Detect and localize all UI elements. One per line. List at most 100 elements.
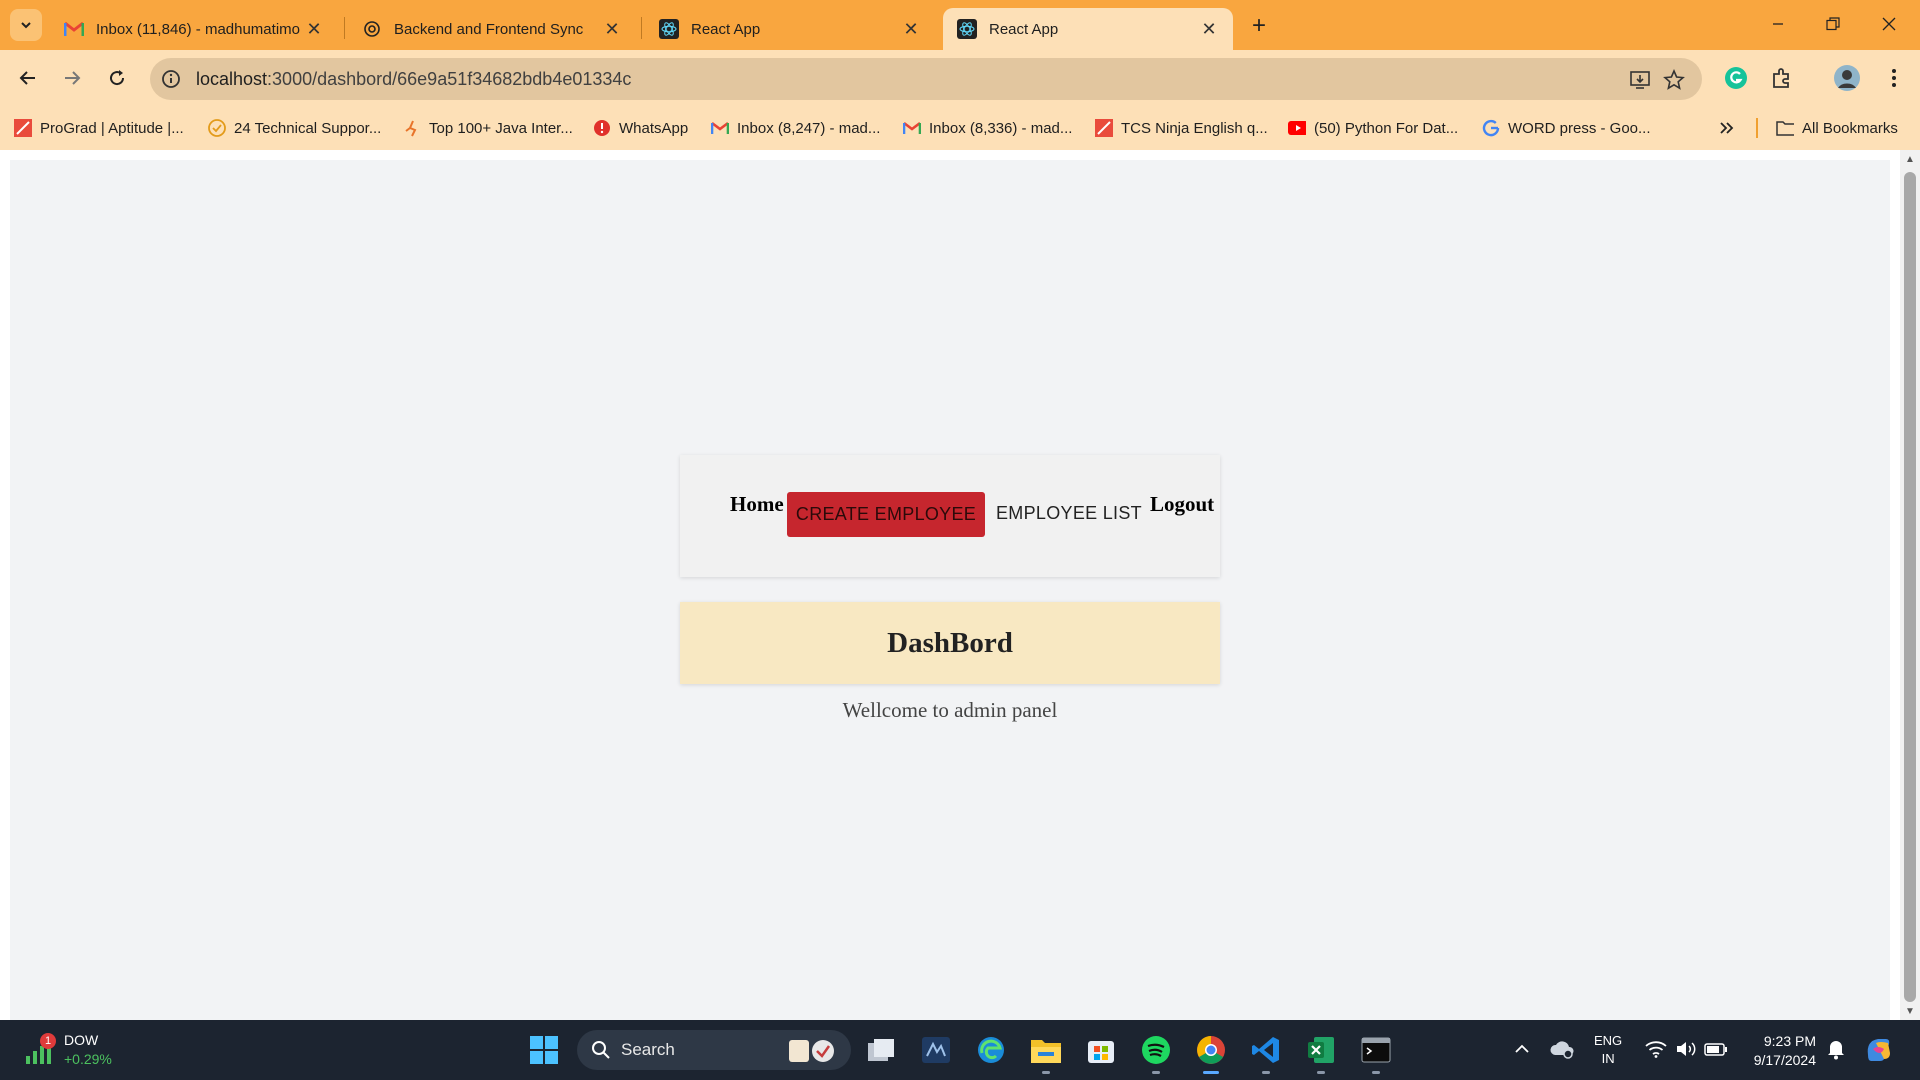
new-tab-button[interactable]: + [1245,12,1273,40]
install-app-icon[interactable] [1628,68,1652,92]
bookmark-label: 24 Technical Suppor... [234,119,382,137]
url-path: :3000/dashbord/66e9a51f34682bdb4e01334c [267,69,632,89]
bookmark-inbox-8247[interactable]: Inbox (8,247) - mad... [711,116,880,140]
runner-icon [403,119,421,137]
onedrive-sync-icon[interactable] [1548,1034,1576,1064]
nav-home-link[interactable]: Home [730,492,784,517]
bookmark-whatsapp[interactable]: WhatsApp [593,116,688,140]
chevron-double-right-icon [1718,119,1736,137]
start-button[interactable] [524,1030,564,1070]
taskbar-app-file-explorer[interactable] [1026,1030,1066,1074]
kebab-menu-icon[interactable] [1880,64,1908,92]
tab-separator [641,17,642,39]
site-info-icon[interactable] [160,68,182,90]
vertical-scrollbar[interactable]: ▲ ▼ [1900,150,1920,1020]
scroll-up-icon[interactable]: ▲ [1905,154,1915,165]
taskbar-app-spotify[interactable] [1136,1030,1176,1074]
show-hidden-icons-button[interactable] [1508,1034,1536,1064]
reload-button[interactable] [99,60,135,96]
bookmark-python-youtube[interactable]: (50) Python For Dat... [1288,116,1458,140]
search-placeholder: Search [621,1040,675,1059]
windows-logo-icon [530,1036,558,1064]
tab-title: Inbox (11,846) - madhumatimo [96,20,300,38]
logout-link[interactable]: Logout [1150,492,1214,517]
chrome-icon [1197,1036,1225,1064]
tab-title: React App [691,20,761,38]
bookmark-java-interview[interactable]: Top 100+ Java Inter... [403,116,573,140]
tab-backend-frontend-sync[interactable]: Backend and Frontend Sync ✕ [348,8,636,50]
close-icon[interactable]: ✕ [602,19,622,39]
react-icon [957,19,977,39]
minimize-button[interactable] [1755,8,1801,40]
taskbar-app-edge[interactable] [971,1030,1011,1070]
prograd-icon [14,119,32,137]
wifi-icon[interactable] [1642,1034,1670,1064]
employee-list-link[interactable]: EMPLOYEE LIST [996,503,1142,524]
chevron-up-icon [1515,1044,1529,1053]
back-button[interactable] [10,60,46,96]
terminal-icon [1361,1037,1391,1063]
bookmark-star-icon[interactable] [1662,68,1686,92]
profile-avatar[interactable] [1833,64,1861,92]
system-clock[interactable]: 9:23 PM 9/17/2024 [1742,1032,1816,1070]
taskbar-app-terminal-dark[interactable] [916,1030,956,1070]
bookmark-tcs-ninja[interactable]: TCS Ninja English q... [1095,116,1268,140]
minimize-icon [1773,23,1783,25]
bookmark-label: (50) Python For Dat... [1314,119,1459,137]
stock-name: DOW [64,1032,99,1048]
stock-widget[interactable]: 1 DOW +0.29% [22,1028,142,1072]
url-text[interactable]: localhost:3000/dashbord/66e9a51f34682bdb… [196,69,631,90]
bookmark-label: WORD press - Goo... [1508,119,1651,137]
close-icon [1882,17,1896,31]
app-navbar: Home CREATE EMPLOYEE EMPLOYEE LIST Logou… [680,455,1220,577]
bookmark-prograd[interactable]: ProGrad | Aptitude |... [14,116,184,140]
all-bookmarks-button[interactable]: All Bookmarks [1776,116,1898,140]
create-employee-button[interactable]: CREATE EMPLOYEE [787,492,985,537]
close-icon[interactable]: ✕ [1199,19,1219,39]
taskbar-search[interactable]: Search [577,1030,851,1070]
reload-icon [110,70,125,86]
check-badge-icon [208,119,226,137]
bookmark-inbox-8336[interactable]: Inbox (8,336) - mad... [903,116,1072,140]
forward-button[interactable] [54,60,90,96]
taskbar-app-vscode[interactable] [1246,1030,1286,1074]
taskbar-app-terminal[interactable] [1356,1030,1396,1074]
grammarly-extension-icon[interactable] [1722,64,1750,92]
close-icon[interactable]: ✕ [901,19,921,39]
restore-button[interactable] [1810,8,1856,40]
clock-date: 9/17/2024 [1753,1052,1816,1068]
url-host: localhost [196,69,268,89]
vscode-icon [1252,1037,1279,1063]
arrow-right-icon [65,71,81,85]
notifications-bell-icon[interactable] [1822,1034,1850,1064]
tab-react-app[interactable]: React App ✕ [645,8,935,50]
copilot-icon[interactable] [1864,1034,1892,1064]
language-code: ENG [1594,1033,1623,1048]
battery-icon[interactable] [1702,1034,1730,1064]
tab-title: React App [989,20,1059,38]
scroll-down-icon[interactable]: ▼ [1905,1006,1915,1017]
bookmarks-overflow-button[interactable] [1718,116,1744,140]
volume-icon[interactable] [1672,1034,1700,1064]
close-icon[interactable]: ✕ [304,19,324,39]
welcome-message: Wellcome to admin panel [842,698,1058,722]
page-title: DashBord [887,626,1013,659]
bookmark-wordpress-google[interactable]: WORD press - Goo... [1482,116,1651,140]
task-view-icon [868,1039,894,1061]
taskbar-app-excel[interactable] [1301,1030,1341,1074]
scrollbar-thumb[interactable] [1904,172,1916,1002]
bookmarks-divider [1756,118,1758,138]
address-bar[interactable]: localhost:3000/dashbord/66e9a51f34682bdb… [150,58,1702,100]
tab-react-app-active[interactable]: React App ✕ [943,8,1233,50]
taskbar-app-store[interactable] [1081,1030,1121,1070]
task-view-button[interactable] [861,1030,901,1070]
input-language-indicator[interactable]: ENG IN [1594,1032,1622,1068]
taskbar-app-chrome[interactable] [1191,1030,1231,1074]
bookmark-technical-support[interactable]: 24 Technical Suppor... [208,116,381,140]
extensions-puzzle-icon[interactable] [1768,64,1796,92]
active-indicator [1203,1071,1219,1074]
close-window-button[interactable] [1866,8,1912,40]
running-indicator [1152,1071,1160,1074]
tab-gmail-inbox[interactable]: Inbox (11,846) - madhumatimo ✕ [50,8,338,50]
tab-search-button[interactable] [10,9,42,41]
